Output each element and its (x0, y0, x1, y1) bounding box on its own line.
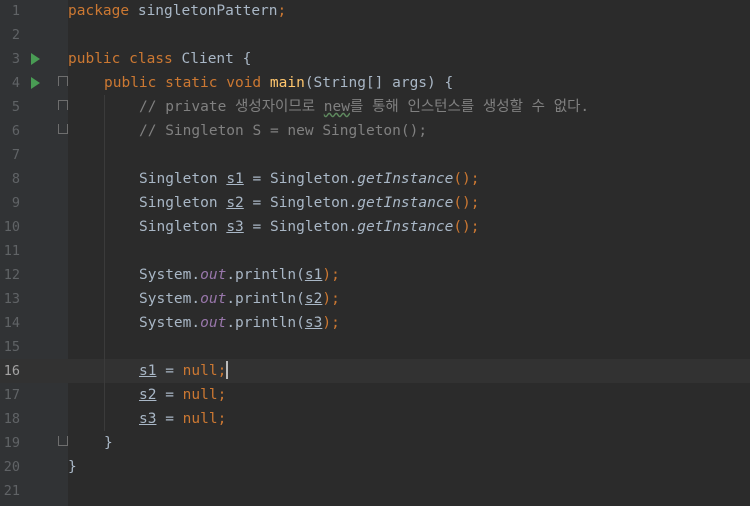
code-line[interactable]: 21 (0, 479, 750, 503)
code-line[interactable]: 5 // private 생성자이므로 new를 통해 인스턴스를 생성할 수 … (0, 95, 750, 119)
code-line[interactable]: 19 } (0, 431, 750, 455)
line-number: 3 (11, 51, 20, 67)
indent-guide (104, 167, 105, 191)
indent-guide (104, 215, 105, 239)
code-text[interactable]: } (68, 455, 77, 479)
line-number: 20 (3, 459, 20, 475)
line-number: 11 (3, 243, 20, 259)
line-number: 4 (11, 75, 20, 91)
code-line[interactable]: 1 package singletonPattern; (0, 0, 750, 23)
code-text[interactable]: s2 = null; (139, 383, 226, 407)
text-caret (226, 361, 229, 379)
fold-icon[interactable] (58, 124, 68, 134)
line-number: 1 (11, 3, 20, 19)
code-line[interactable]: 10 Singleton s3 = Singleton.getInstance(… (0, 215, 750, 239)
line-number: 18 (3, 411, 20, 427)
comment-text[interactable]: // Singleton S = new Singleton(); (139, 119, 427, 143)
line-number: 7 (11, 147, 20, 163)
line-number: 14 (3, 315, 20, 331)
indent-guide (104, 119, 105, 143)
line-number: 2 (11, 27, 20, 43)
code-line[interactable]: 9 Singleton s2 = Singleton.getInstance()… (0, 191, 750, 215)
line-number: 5 (11, 99, 20, 115)
code-line[interactable]: 12 System.out.println(s1); (0, 263, 750, 287)
indent-guide (104, 287, 105, 311)
line-number: 13 (3, 291, 20, 307)
fold-icon[interactable] (58, 100, 68, 110)
line-number: 10 (3, 219, 20, 235)
indent-guide (104, 143, 105, 167)
indent-guide (104, 407, 105, 431)
indent-guide (104, 359, 105, 383)
indent-guide (104, 335, 105, 359)
code-text[interactable]: public class Client { (68, 47, 251, 71)
line-number: 8 (11, 171, 20, 187)
indent-guide (104, 191, 105, 215)
code-text[interactable]: package singletonPattern; (68, 0, 286, 23)
code-line[interactable]: 20 } (0, 455, 750, 479)
line-number: 21 (3, 483, 20, 499)
code-line[interactable]: 18 s3 = null; (0, 407, 750, 431)
line-number: 12 (3, 267, 20, 283)
line-number: 17 (3, 387, 20, 403)
indent-guide (104, 383, 105, 407)
code-text[interactable]: s3 = null; (139, 407, 226, 431)
fold-icon[interactable] (58, 76, 68, 86)
code-line[interactable]: 15 (0, 335, 750, 359)
code-line[interactable]: 2 (0, 23, 750, 47)
line-number: 6 (11, 123, 20, 139)
run-icon[interactable] (31, 77, 40, 89)
line-number: 9 (11, 195, 20, 211)
code-text[interactable]: Singleton s2 = Singleton.getInstance(); (139, 191, 480, 215)
indent-guide (104, 311, 105, 335)
code-line[interactable]: 6 // Singleton S = new Singleton(); (0, 119, 750, 143)
code-text[interactable]: } (104, 431, 113, 455)
code-text[interactable]: System.out.println(s3); (139, 311, 340, 335)
code-text[interactable]: Singleton s1 = Singleton.getInstance(); (139, 167, 480, 191)
code-line[interactable]: 4 public static void main(String[] args)… (0, 71, 750, 95)
code-line[interactable]: 14 System.out.println(s3); (0, 311, 750, 335)
code-text[interactable]: System.out.println(s2); (139, 287, 340, 311)
code-text[interactable]: public static void main(String[] args) { (104, 71, 453, 95)
code-line[interactable]: 17 s2 = null; (0, 383, 750, 407)
indent-guide (104, 95, 105, 119)
code-line[interactable]: 7 (0, 143, 750, 167)
run-icon[interactable] (31, 53, 40, 65)
code-line[interactable]: 3 public class Client { (0, 47, 750, 71)
code-line[interactable]: 13 System.out.println(s2); (0, 287, 750, 311)
code-text[interactable]: s1 = null; (139, 359, 229, 383)
code-line[interactable]: 11 (0, 239, 750, 263)
code-text[interactable]: System.out.println(s1); (139, 263, 340, 287)
code-editor[interactable]: 1 package singletonPattern; 2 3 public c… (0, 0, 750, 506)
line-number: 19 (3, 435, 20, 451)
fold-icon[interactable] (58, 436, 68, 446)
indent-guide (104, 239, 105, 263)
code-line[interactable]: 8 Singleton s1 = Singleton.getInstance()… (0, 167, 750, 191)
comment-text[interactable]: // private 생성자이므로 new를 통해 인스턴스를 생성할 수 없다… (139, 95, 589, 119)
line-number: 15 (3, 339, 20, 355)
line-number: 16 (3, 363, 20, 379)
current-code-line[interactable]: 16 s1 = null; (0, 359, 750, 383)
code-text[interactable]: Singleton s3 = Singleton.getInstance(); (139, 215, 480, 239)
indent-guide (104, 263, 105, 287)
